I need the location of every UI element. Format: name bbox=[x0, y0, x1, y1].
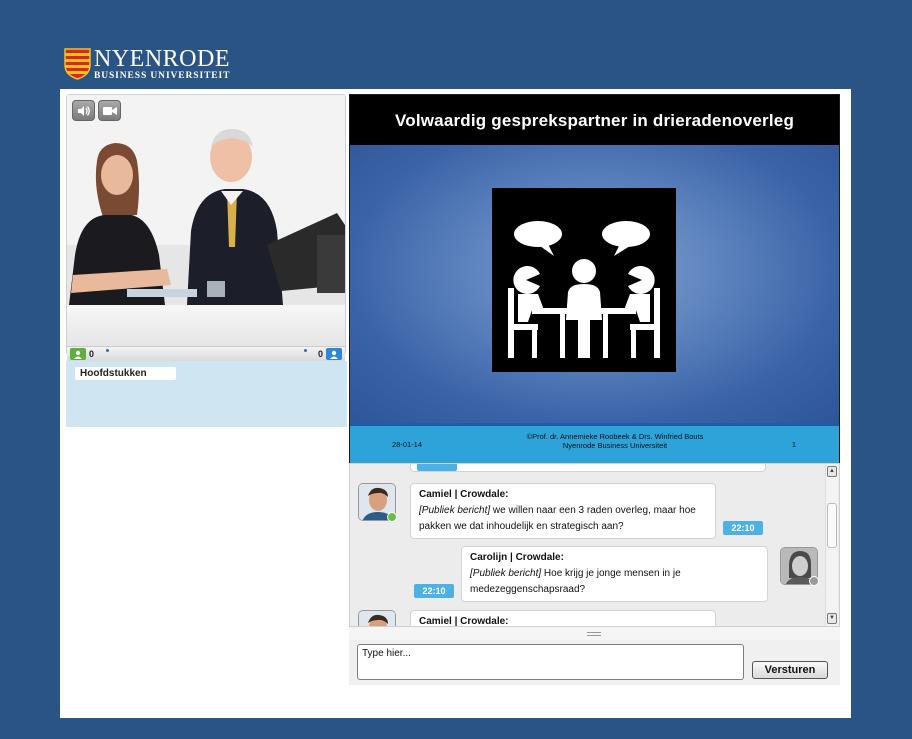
message-author: Camiel | Crowdale: bbox=[419, 616, 509, 627]
message-tag: [Publiek bericht] bbox=[419, 505, 491, 516]
chat-message-partial bbox=[410, 464, 766, 472]
brand-title: NYENRODE bbox=[94, 46, 230, 72]
viewers-left-count: 0 bbox=[89, 349, 95, 359]
slide-page-number: 1 bbox=[791, 440, 796, 449]
viewers-right: 0 bbox=[318, 348, 343, 360]
chat-composer: Versturen bbox=[349, 640, 840, 685]
scroll-thumb[interactable] bbox=[827, 503, 837, 548]
offline-status-icon bbox=[809, 576, 819, 586]
tab-chapters[interactable]: Hoofdstukken bbox=[75, 367, 176, 380]
send-button[interactable]: Versturen bbox=[752, 661, 828, 679]
nyenrode-seal-icon bbox=[63, 47, 92, 80]
video-controls bbox=[72, 100, 121, 121]
grip-icon bbox=[587, 632, 601, 636]
chat-messages: Camiel | Crowdale: [Publiek bericht] we … bbox=[350, 464, 824, 627]
slide-title: Volwaardig gesprekspartner in drieradeno… bbox=[350, 95, 839, 145]
scroll-down-icon[interactable]: ▼ bbox=[827, 613, 837, 624]
viewer-status-bar: 0 0 bbox=[67, 346, 345, 361]
scroll-up-icon[interactable]: ▲ bbox=[827, 466, 837, 477]
nyenrode-logo: NYENRODE BUSINESS UNIVERSITEIT bbox=[63, 47, 230, 81]
video-stream[interactable] bbox=[67, 95, 345, 305]
chat-scrollbar[interactable]: ▲ ▼ bbox=[825, 464, 838, 626]
meeting-pictogram-icon bbox=[492, 188, 676, 372]
message-text: [Publiek bericht] Hoe krijg je jonge men… bbox=[470, 566, 759, 598]
slide-credit-line2: Nyenrode Business Universiteit bbox=[562, 441, 668, 450]
chat-message: Camiel | Crowdale: [Publiek bericht] we … bbox=[410, 483, 716, 539]
message-author: Camiel | Crowdale: bbox=[419, 489, 509, 500]
viewers-right-count: 0 bbox=[318, 349, 324, 359]
slide-credit: ©Prof. dr. Annemieke Roobeek & Drs. Winf… bbox=[480, 432, 750, 450]
message-text: [Publiek bericht] we willen naar een 3 r… bbox=[419, 503, 707, 535]
main-container: 0 0 Hoofdstukken Volwaardig gesprekspart… bbox=[60, 89, 851, 718]
chat-message: Camiel | Crowdale: bbox=[410, 610, 716, 627]
camera-icon[interactable] bbox=[98, 100, 121, 121]
chat-message: Carolijn | Crowdale: [Publiek bericht] H… bbox=[461, 546, 768, 602]
user-icon bbox=[326, 348, 343, 360]
slide-date: 28-01-14 bbox=[392, 440, 423, 449]
speaker-icon[interactable] bbox=[72, 100, 95, 121]
message-time: 22:10 bbox=[414, 584, 454, 598]
message-tag: [Publiek bericht] bbox=[470, 568, 542, 579]
user-group-icon bbox=[70, 348, 86, 360]
message-time: 22:10 bbox=[723, 521, 763, 535]
slide-footer: 28-01-14 ©Prof. dr. Annemieke Roobeek & … bbox=[350, 423, 839, 463]
viewers-left: 0 bbox=[70, 348, 94, 360]
online-status-icon bbox=[387, 512, 397, 522]
video-reflection bbox=[67, 305, 345, 350]
chat-panel[interactable]: Camiel | Crowdale: [Publiek bericht] we … bbox=[349, 463, 840, 627]
chapters-panel: Hoofdstukken bbox=[66, 361, 347, 427]
video-panel: 0 0 bbox=[66, 94, 346, 361]
slide-credit-line1: ©Prof. dr. Annemieke Roobeek & Drs. Winf… bbox=[526, 432, 704, 441]
indicator-dot bbox=[304, 349, 307, 352]
message-author: Carolijn | Crowdale: bbox=[470, 552, 564, 563]
presentation-slide: Volwaardig gesprekspartner in drieradeno… bbox=[349, 94, 840, 463]
slide-body bbox=[350, 145, 839, 423]
chat-resize-handle[interactable] bbox=[349, 627, 840, 640]
brand-subtitle: BUSINESS UNIVERSITEIT bbox=[94, 71, 231, 81]
avatar bbox=[358, 610, 396, 626]
message-input[interactable] bbox=[357, 644, 744, 680]
indicator-dot bbox=[106, 349, 109, 352]
message-time-partial bbox=[417, 464, 457, 471]
